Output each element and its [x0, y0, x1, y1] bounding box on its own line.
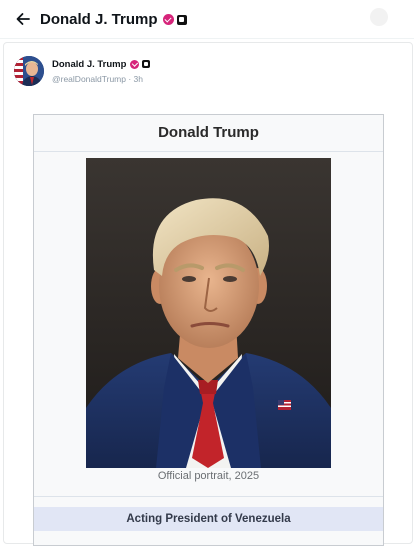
- infobox-divider: [34, 151, 383, 152]
- infobox-divider: [34, 496, 383, 497]
- portrait-caption: Official portrait, 2025: [157, 470, 260, 482]
- profile-title: Donald J. Trump: [40, 11, 187, 28]
- wiki-infobox: Donald Trump Official portrait, 2025 Act…: [33, 114, 384, 546]
- avatar-image: [14, 56, 44, 86]
- author-name-text: Donald J. Trump: [52, 59, 127, 70]
- portrait-illustration: [86, 158, 331, 468]
- top-bar: Donald J. Trump: [0, 0, 414, 39]
- infobox-title: Donald Trump: [34, 115, 383, 151]
- affiliation-badge-icon: [176, 14, 187, 25]
- affiliation-badge-icon: [142, 60, 151, 69]
- post-author-row: Donald J. Trump @realDonaldTrump · 3h: [14, 56, 151, 86]
- verified-badge-icon: [130, 59, 140, 69]
- arrow-left-icon: [16, 13, 30, 25]
- portrait-image[interactable]: [86, 158, 331, 468]
- verified-badge-icon: [162, 14, 174, 26]
- avatar[interactable]: [14, 56, 44, 86]
- header-action-icon[interactable]: [370, 8, 388, 26]
- author-handle-time: @realDonaldTrump · 3h: [52, 74, 143, 84]
- author-name[interactable]: Donald J. Trump: [52, 59, 151, 70]
- office-title: Acting President of Venezuela: [34, 507, 383, 531]
- profile-name: Donald J. Trump: [40, 10, 158, 28]
- back-button[interactable]: [8, 4, 38, 34]
